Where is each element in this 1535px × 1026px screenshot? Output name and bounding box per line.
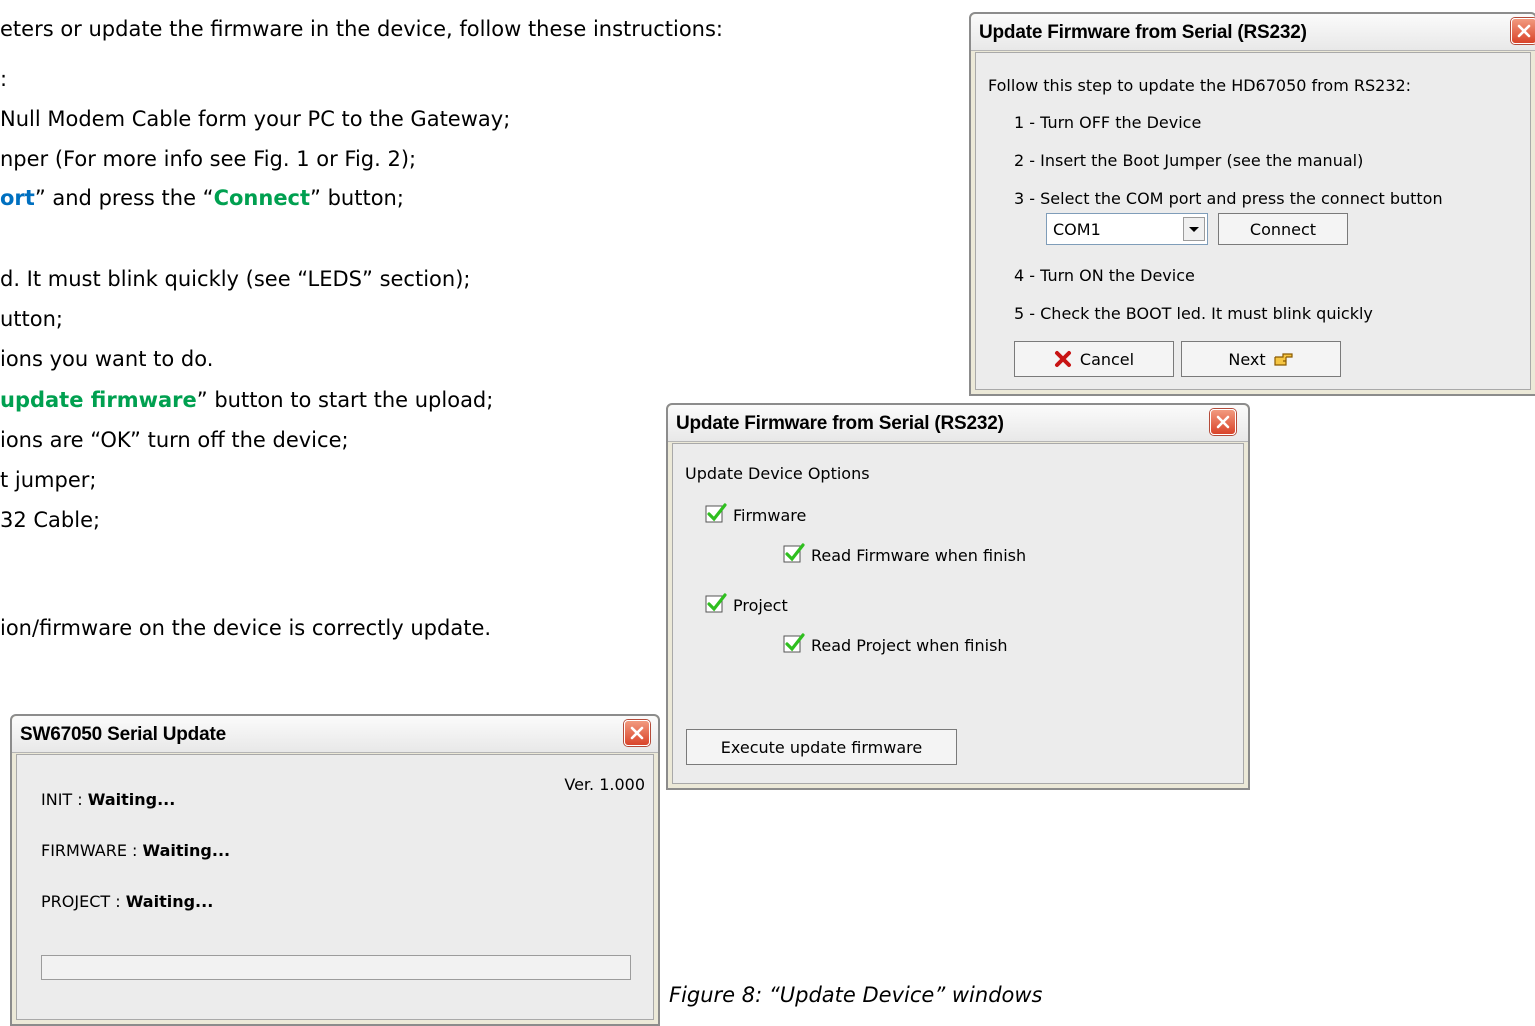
step-2: 2 - Insert the Boot Jumper (see the manu… [1014, 151, 1364, 170]
firmware-checkbox[interactable] [705, 503, 727, 525]
figure-caption: Figure 8: “Update Device” windows [669, 983, 1043, 1007]
window-client: Follow this step to update the HD67050 f… [975, 52, 1531, 390]
window-title: SW67050 Serial Update [20, 724, 226, 745]
read-firmware-checkbox[interactable] [783, 543, 805, 565]
firmware-label: Firmware [733, 506, 807, 525]
step-1: 1 - Turn OFF the Device [1014, 113, 1202, 132]
doc-line: t jumper; [0, 468, 97, 492]
title-bar[interactable]: Update Firmware from Serial (RS232) [668, 405, 1248, 442]
doc-line: utton; [0, 307, 64, 331]
step-4: 4 - Turn ON the Device [1014, 266, 1195, 285]
com-port-select[interactable]: COM1 [1046, 213, 1208, 245]
step-3: 3 - Select the COM port and press the co… [1014, 189, 1443, 208]
progress-bar [41, 955, 631, 980]
com-port-value: COM1 [1053, 220, 1101, 239]
pointing-hand-icon [1274, 353, 1293, 366]
intro-text: Follow this step to update the HD67050 f… [988, 76, 1412, 95]
firmware-status: Waiting... [142, 841, 231, 860]
doc-line: update firmware” button to start the upl… [0, 388, 494, 412]
doc-line: Null Modem Cable form your PC to the Gat… [0, 107, 511, 131]
read-project-checkbox[interactable] [783, 633, 805, 655]
close-button[interactable] [1210, 409, 1236, 435]
doc-line: d. It must blink quickly (see “LEDS” sec… [0, 267, 471, 291]
version-label: Ver. 1.000 [564, 775, 645, 794]
doc-line: ort” and press the “Connect” button; [0, 186, 404, 210]
serial-update-window: SW67050 Serial Update Ver. 1.000 INIT : … [10, 714, 660, 1026]
firmware-row: FIRMWARE : Waiting... [41, 841, 231, 860]
project-status: Waiting... [125, 892, 214, 911]
doc-line: 32 Cable; [0, 508, 101, 532]
close-icon [1517, 24, 1531, 38]
doc-line: eters or update the firmware in the devi… [0, 17, 723, 41]
read-project-label: Read Project when finish [811, 636, 1008, 655]
read-firmware-label: Read Firmware when finish [811, 546, 1027, 565]
project-label: Project [733, 596, 788, 615]
close-icon [630, 726, 644, 740]
cancel-x-icon [1054, 351, 1071, 367]
doc-line: : [0, 67, 8, 91]
title-bar[interactable]: SW67050 Serial Update [12, 716, 658, 753]
init-row: INIT : Waiting... [41, 790, 176, 809]
window-client: Update Device Options Firmware Read Firm… [672, 443, 1244, 784]
project-checkbox[interactable] [705, 593, 727, 615]
doc-line: ion/firmware on the device is correctly … [0, 616, 492, 640]
options-heading: Update Device Options [685, 464, 870, 483]
chevron-down-icon[interactable] [1183, 217, 1205, 241]
connect-button[interactable]: Connect [1218, 213, 1348, 245]
step-5: 5 - Check the BOOT led. It must blink qu… [1014, 304, 1373, 323]
doc-line: ions are “OK” turn off the device; [0, 428, 349, 452]
next-button[interactable]: Next [1181, 341, 1341, 377]
project-row: PROJECT : Waiting... [41, 892, 214, 911]
close-button[interactable] [624, 720, 650, 746]
close-button[interactable] [1511, 18, 1535, 44]
window-title: Update Firmware from Serial (RS232) [676, 413, 1004, 434]
options-window: Update Firmware from Serial (RS232) Upda… [666, 403, 1250, 790]
doc-line: nper (For more info see Fig. 1 or Fig. 2… [0, 147, 417, 171]
cancel-button[interactable]: Cancel [1014, 341, 1174, 377]
execute-update-button[interactable]: Execute update firmware [686, 729, 957, 765]
window-title: Update Firmware from Serial (RS232) [979, 22, 1307, 43]
title-bar[interactable]: Update Firmware from Serial (RS232) [971, 14, 1535, 51]
connect-window: Update Firmware from Serial (RS232) Foll… [969, 12, 1535, 396]
window-client: Ver. 1.000 INIT : Waiting... FIRMWARE : … [16, 754, 654, 1020]
doc-line: ions you want to do. [0, 347, 214, 371]
close-icon [1216, 415, 1230, 429]
init-status: Waiting... [87, 790, 176, 809]
